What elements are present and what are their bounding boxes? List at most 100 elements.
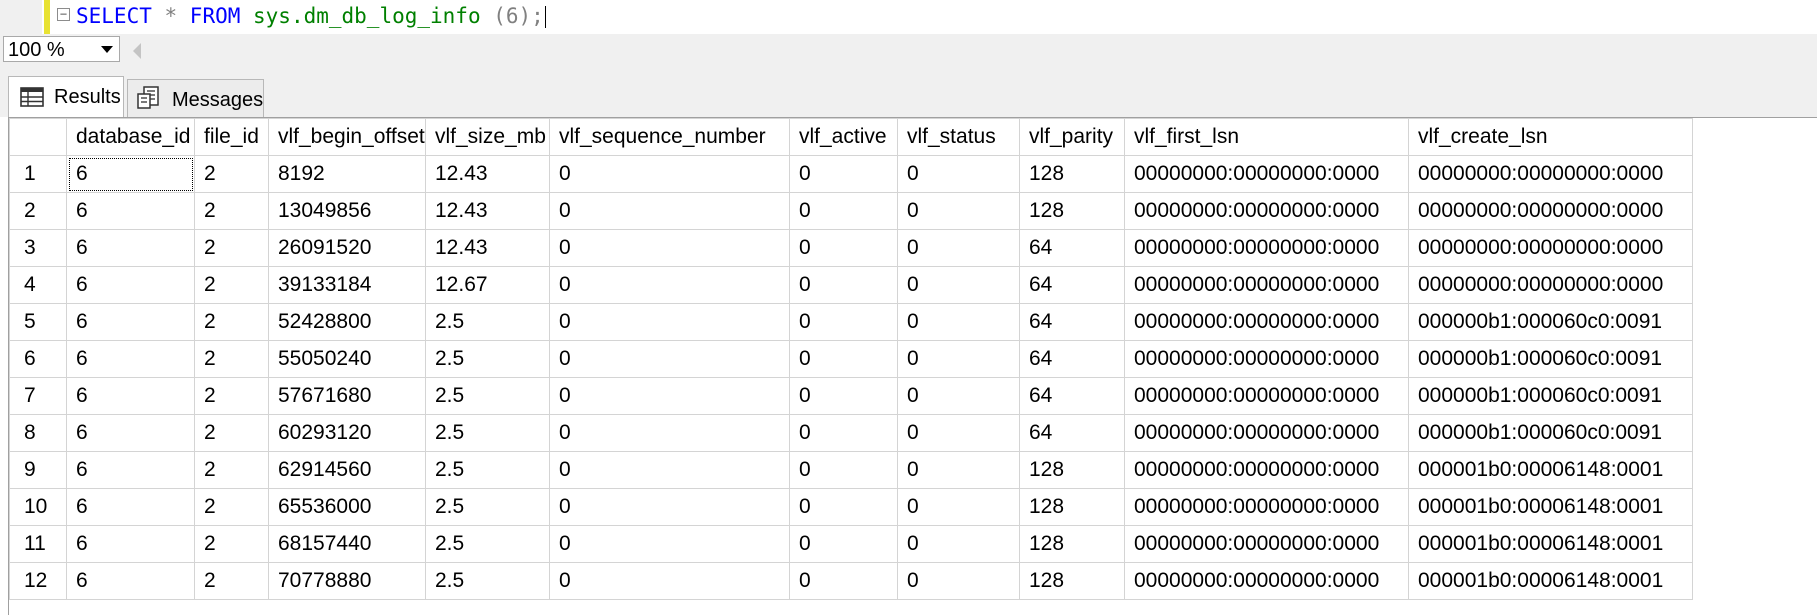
table-cell[interactable]: 00000000:00000000:0000 (1124, 414, 1409, 452)
table-cell[interactable]: 0 (897, 451, 1020, 489)
table-cell[interactable]: 2.5 (425, 525, 550, 563)
table-cell[interactable]: 2 (194, 377, 269, 415)
table-cell[interactable]: 0 (897, 155, 1020, 193)
column-header[interactable]: vlf_parity (1019, 118, 1125, 156)
table-cell[interactable]: 128 (1019, 562, 1125, 600)
row-number[interactable]: 10 (9, 488, 67, 526)
column-header[interactable]: file_id (194, 118, 269, 156)
table-cell[interactable]: 000000b1:000060c0:0091 (1408, 377, 1693, 415)
table-cell[interactable]: 000001b0:00006148:0001 (1408, 562, 1693, 600)
column-header[interactable]: vlf_first_lsn (1124, 118, 1409, 156)
table-row[interactable]: 11 6 2 68157440 2.5 0 0 0 128 00000000:00000000:0… (9, 525, 1693, 563)
table-cell[interactable]: 68157440 (268, 525, 426, 563)
table-row[interactable]: 2 6 2 13049856 12.43 0 0 0 128 00000000:00000000:… (9, 192, 1693, 230)
table-cell[interactable]: 00000000:00000000:0000 (1124, 266, 1409, 304)
table-cell[interactable]: 39133184 (268, 266, 426, 304)
table-cell[interactable]: 64 (1019, 414, 1125, 452)
row-number[interactable]: 2 (9, 192, 67, 230)
table-cell[interactable]: 57671680 (268, 377, 426, 415)
row-header-corner[interactable] (9, 118, 67, 156)
table-cell[interactable]: 000001b0:00006148:0001 (1408, 488, 1693, 526)
table-cell[interactable]: 0 (549, 414, 790, 452)
table-cell[interactable]: 0 (897, 377, 1020, 415)
table-cell[interactable]: 0 (549, 488, 790, 526)
table-cell[interactable]: 00000000:00000000:0000 (1124, 488, 1409, 526)
table-row[interactable]: 5 6 2 52428800 2.5 0 0 0 64 00000000:00000000:000… (9, 303, 1693, 341)
table-cell[interactable]: 00000000:00000000:0000 (1408, 192, 1693, 230)
row-number[interactable]: 12 (9, 562, 67, 600)
table-cell[interactable]: 8192 (268, 155, 426, 193)
table-cell[interactable]: 64 (1019, 303, 1125, 341)
table-cell[interactable]: 128 (1019, 525, 1125, 563)
table-cell[interactable]: 000001b0:00006148:0001 (1408, 525, 1693, 563)
table-cell[interactable]: 0 (789, 525, 898, 563)
table-cell[interactable]: 2.5 (425, 414, 550, 452)
table-cell[interactable]: 0 (789, 192, 898, 230)
table-row[interactable]: 6 6 2 55050240 2.5 0 0 0 64 00000000:00000000:000… (9, 340, 1693, 378)
table-cell[interactable]: 2.5 (425, 340, 550, 378)
table-row[interactable]: 12 6 2 70778880 2.5 0 0 0 128 00000000:00000000:0… (9, 562, 1693, 600)
table-cell[interactable]: 2.5 (425, 303, 550, 341)
table-cell[interactable]: 6 (66, 192, 195, 230)
table-cell[interactable]: 64 (1019, 340, 1125, 378)
table-cell[interactable]: 26091520 (268, 229, 426, 267)
table-cell[interactable]: 128 (1019, 451, 1125, 489)
table-cell[interactable]: 12.43 (425, 229, 550, 267)
table-row[interactable]: 4 6 2 39133184 12.67 0 0 0 64 00000000:00000000:0… (9, 266, 1693, 304)
table-cell[interactable]: 0 (549, 562, 790, 600)
results-grid[interactable]: database_id file_id vlf_begin_offset vlf_si… (8, 117, 1817, 615)
table-row[interactable]: 9 6 2 62914560 2.5 0 0 0 128 00000000:00000000:00… (9, 451, 1693, 489)
table-cell[interactable]: 64 (1019, 229, 1125, 267)
column-header[interactable]: vlf_active (789, 118, 898, 156)
table-cell[interactable]: 60293120 (268, 414, 426, 452)
table-cell[interactable]: 6 (66, 488, 195, 526)
table-cell[interactable]: 0 (789, 229, 898, 267)
table-cell[interactable]: 0 (897, 192, 1020, 230)
query-text[interactable]: SELECT * FROM sys.dm_db_log_info (6); (76, 2, 546, 30)
table-cell[interactable]: 0 (897, 303, 1020, 341)
row-number[interactable]: 4 (9, 266, 67, 304)
table-cell[interactable]: 128 (1019, 155, 1125, 193)
table-cell[interactable]: 0 (549, 377, 790, 415)
table-cell[interactable]: 128 (1019, 488, 1125, 526)
table-cell[interactable]: 00000000:00000000:0000 (1124, 155, 1409, 193)
table-cell[interactable]: 0 (897, 266, 1020, 304)
table-cell[interactable]: 0 (789, 414, 898, 452)
table-row[interactable]: 3 6 2 26091520 12.43 0 0 0 64 00000000:00000000:0… (9, 229, 1693, 267)
row-number[interactable]: 5 (9, 303, 67, 341)
table-cell[interactable]: 2 (194, 414, 269, 452)
table-cell[interactable]: 00000000:00000000:0000 (1124, 525, 1409, 563)
table-cell[interactable]: 64 (1019, 266, 1125, 304)
table-cell[interactable]: 2 (194, 192, 269, 230)
table-cell[interactable]: 2 (194, 266, 269, 304)
row-number[interactable]: 1 (9, 155, 67, 193)
table-cell[interactable]: 0 (897, 525, 1020, 563)
zoom-dropdown[interactable]: 100 % (3, 36, 120, 62)
table-cell[interactable]: 0 (549, 525, 790, 563)
row-number[interactable]: 9 (9, 451, 67, 489)
table-cell[interactable]: 6 (66, 155, 195, 193)
table-cell[interactable]: 000000b1:000060c0:0091 (1408, 414, 1693, 452)
table-cell[interactable]: 6 (66, 340, 195, 378)
table-cell[interactable]: 0 (789, 340, 898, 378)
table-cell[interactable]: 00000000:00000000:0000 (1124, 377, 1409, 415)
table-cell[interactable]: 6 (66, 377, 195, 415)
table-cell[interactable]: 2 (194, 451, 269, 489)
table-cell[interactable]: 00000000:00000000:0000 (1124, 229, 1409, 267)
tab-results[interactable]: Results (8, 76, 124, 118)
column-header[interactable]: database_id (66, 118, 195, 156)
table-cell[interactable]: 55050240 (268, 340, 426, 378)
table-cell[interactable]: 0 (789, 266, 898, 304)
table-cell[interactable]: 2.5 (425, 377, 550, 415)
table-cell[interactable]: 000001b0:00006148:0001 (1408, 451, 1693, 489)
query-editor[interactable]: − SELECT * FROM sys.dm_db_log_info (6); (0, 0, 1817, 35)
table-cell[interactable]: 00000000:00000000:0000 (1124, 562, 1409, 600)
table-cell[interactable]: 00000000:00000000:0000 (1124, 303, 1409, 341)
table-row[interactable]: 10 6 2 65536000 2.5 0 0 0 128 00000000:00000000:0… (9, 488, 1693, 526)
table-cell[interactable]: 0 (789, 488, 898, 526)
table-cell[interactable]: 2 (194, 525, 269, 563)
table-cell[interactable]: 62914560 (268, 451, 426, 489)
table-cell[interactable]: 2.5 (425, 488, 550, 526)
column-header[interactable]: vlf_size_mb (425, 118, 550, 156)
table-cell[interactable]: 12.43 (425, 155, 550, 193)
